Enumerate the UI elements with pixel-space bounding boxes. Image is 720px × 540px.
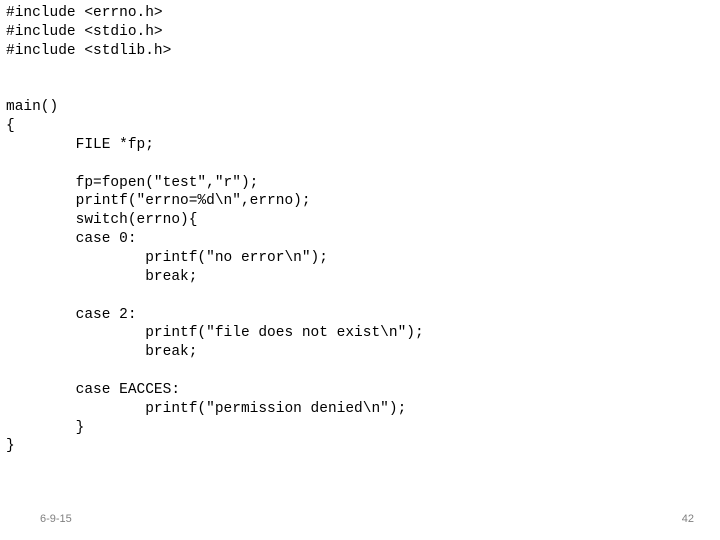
code-line: printf("file does not exist\n");: [6, 325, 424, 341]
footer-date: 6-9-15: [40, 512, 72, 526]
code-line: printf("no error\n");: [6, 250, 328, 266]
code-line: main(): [6, 99, 58, 115]
code-line: switch(errno){: [6, 212, 197, 228]
source-code-block: #include <errno.h> #include <stdio.h> #i…: [0, 0, 720, 456]
code-line: #include <stdlib.h>: [6, 43, 171, 59]
code-line: }: [6, 420, 84, 436]
code-line: #include <errno.h>: [6, 5, 163, 21]
code-line: case 2:: [6, 307, 137, 323]
code-line: printf("permission denied\n");: [6, 401, 406, 417]
footer-page-number: 42: [682, 512, 694, 526]
code-line: #include <stdio.h>: [6, 24, 163, 40]
code-line: fp=fopen("test","r");: [6, 175, 258, 191]
code-line: case 0:: [6, 231, 137, 247]
code-line: break;: [6, 344, 197, 360]
code-line: printf("errno=%d\n",errno);: [6, 193, 311, 209]
code-line: {: [6, 118, 15, 134]
code-line: FILE *fp;: [6, 137, 154, 153]
code-line: break;: [6, 269, 197, 285]
code-line: case EACCES:: [6, 382, 180, 398]
code-line: }: [6, 438, 15, 454]
